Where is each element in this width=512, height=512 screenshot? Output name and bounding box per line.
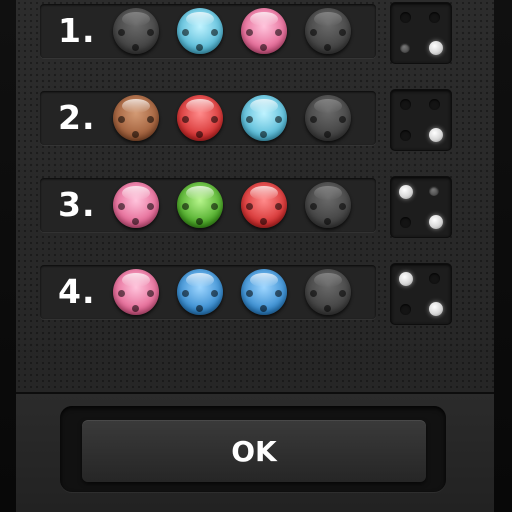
- left-edge: [0, 0, 16, 512]
- hint-peg: [429, 302, 443, 316]
- hint-panel-4: [391, 264, 451, 324]
- hint-panel-2: [391, 90, 451, 150]
- hint-panel-3: [391, 177, 451, 237]
- red-peg[interactable]: [241, 182, 287, 228]
- gray-peg[interactable]: [305, 269, 351, 315]
- guess-row-1: 1.: [40, 4, 376, 58]
- hint-peg: [429, 12, 440, 23]
- brown-peg[interactable]: [113, 95, 159, 141]
- hint-panel-1: [391, 3, 451, 63]
- hint-peg: [400, 304, 411, 315]
- hint-peg: [399, 272, 413, 286]
- guess-row-3: 3.: [40, 178, 376, 232]
- guess-row-4: 4.: [40, 265, 376, 319]
- row-number: 1.: [58, 11, 96, 50]
- blue-peg[interactable]: [177, 269, 223, 315]
- ok-button[interactable]: OK: [82, 420, 426, 482]
- blue-peg[interactable]: [241, 269, 287, 315]
- hint-peg: [429, 128, 443, 142]
- gray-peg[interactable]: [305, 95, 351, 141]
- gray-peg[interactable]: [113, 8, 159, 54]
- pink-peg[interactable]: [113, 182, 159, 228]
- gray-peg[interactable]: [305, 182, 351, 228]
- hint-peg: [429, 215, 443, 229]
- row-number: 4.: [58, 272, 96, 311]
- row-number: 2.: [58, 98, 96, 137]
- pink-peg[interactable]: [241, 8, 287, 54]
- hint-peg: [400, 217, 411, 228]
- right-edge: [494, 0, 512, 512]
- cyan-peg[interactable]: [241, 95, 287, 141]
- hint-peg: [399, 185, 413, 199]
- cyan-peg[interactable]: [177, 8, 223, 54]
- hint-peg: [400, 99, 411, 110]
- gray-peg[interactable]: [305, 8, 351, 54]
- guess-row-2: 2.: [40, 91, 376, 145]
- green-peg[interactable]: [177, 182, 223, 228]
- hint-peg: [400, 12, 411, 23]
- red-peg[interactable]: [177, 95, 223, 141]
- hint-peg: [429, 99, 440, 110]
- hint-peg: [400, 43, 410, 53]
- pink-peg[interactable]: [113, 269, 159, 315]
- hint-peg: [429, 41, 443, 55]
- row-number: 3.: [58, 185, 96, 224]
- hint-peg: [400, 130, 411, 141]
- hint-peg: [429, 273, 440, 284]
- hint-peg: [429, 186, 439, 196]
